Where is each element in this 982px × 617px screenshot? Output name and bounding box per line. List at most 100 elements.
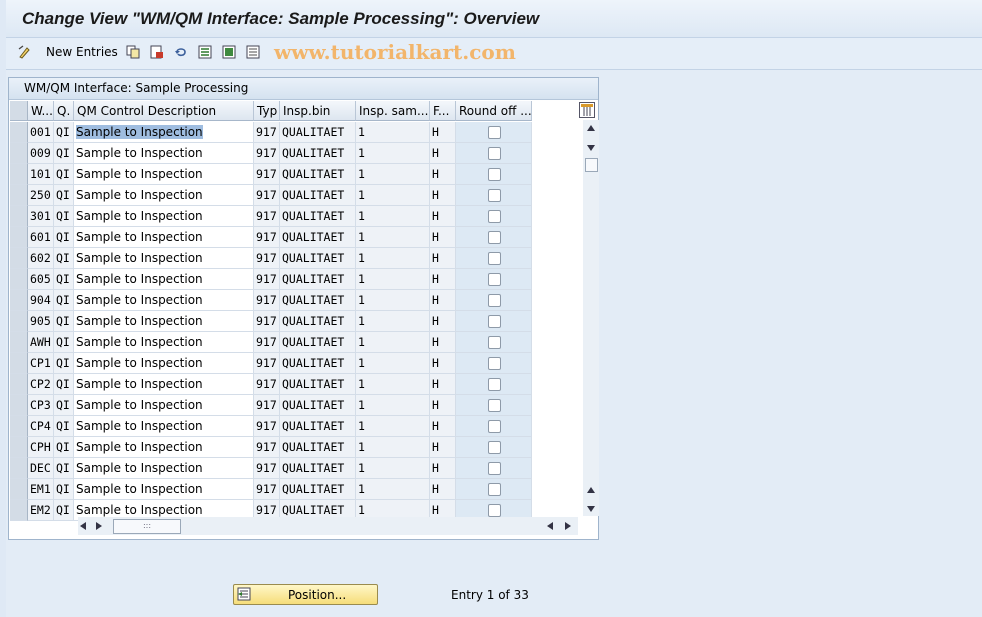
round-off-checkbox[interactable] (488, 126, 501, 139)
scroll-right-icon[interactable] (96, 522, 102, 530)
row-selector[interactable] (10, 290, 28, 311)
cell-type: 917 (254, 311, 280, 332)
round-off-checkbox[interactable] (488, 462, 501, 475)
row-selector[interactable] (10, 374, 28, 395)
cell-warehouse: CP2 (28, 374, 54, 395)
copy-icon[interactable] (126, 45, 140, 59)
round-off-checkbox[interactable] (488, 147, 501, 160)
vertical-scrollbar[interactable] (583, 120, 599, 516)
cell-description[interactable]: Sample to Inspection (74, 332, 254, 353)
round-off-checkbox[interactable] (488, 504, 501, 517)
round-off-checkbox[interactable] (488, 252, 501, 265)
round-off-checkbox[interactable] (488, 378, 501, 391)
cell-f: H (430, 311, 456, 332)
column-header-type[interactable]: Typ (254, 101, 280, 121)
round-off-checkbox[interactable] (488, 483, 501, 496)
round-off-checkbox[interactable] (488, 168, 501, 181)
column-settings-icon[interactable] (579, 102, 595, 118)
undo-icon[interactable] (174, 45, 188, 59)
row-selector[interactable] (10, 122, 28, 143)
table-row: 602 QI Sample to Inspection 917 QUALITAET 1 H (10, 248, 532, 269)
cell-description[interactable]: Sample to Inspection (74, 395, 254, 416)
cell-description[interactable]: Sample to Inspection (74, 164, 254, 185)
table-row: 301 QI Sample to Inspection 917 QUALITAET 1 H (10, 206, 532, 227)
row-selector[interactable] (10, 437, 28, 458)
cell-description[interactable]: Sample to Inspection (74, 122, 254, 143)
column-header-f[interactable]: F... (430, 101, 456, 121)
row-selector[interactable] (10, 164, 28, 185)
round-off-checkbox[interactable] (488, 336, 501, 349)
row-selector[interactable] (10, 227, 28, 248)
description-text: Sample to Inspection (76, 167, 203, 181)
deselect-all-icon[interactable] (246, 45, 260, 59)
cell-description[interactable]: Sample to Inspection (74, 143, 254, 164)
scroll-far-right-icon[interactable] (565, 522, 571, 530)
row-selector[interactable] (10, 395, 28, 416)
position-button[interactable]: Position... (233, 584, 378, 605)
scroll-down-page-icon[interactable] (587, 145, 595, 151)
scroll-up-icon[interactable] (587, 125, 595, 131)
column-header-round-off[interactable]: Round off ... (456, 101, 532, 121)
cell-f: H (430, 395, 456, 416)
row-selector[interactable] (10, 143, 28, 164)
panel-title: WM/QM Interface: Sample Processing (24, 81, 249, 95)
column-header-description[interactable]: QM Control Description (74, 101, 254, 121)
cell-description[interactable]: Sample to Inspection (74, 374, 254, 395)
scroll-far-left-icon[interactable] (547, 522, 553, 530)
hscroll-thumb[interactable]: ::: (113, 519, 181, 534)
cell-description[interactable]: Sample to Inspection (74, 227, 254, 248)
round-off-checkbox[interactable] (488, 357, 501, 370)
horizontal-scrollbar[interactable]: ::: (78, 517, 578, 535)
delete-icon[interactable] (150, 45, 164, 59)
cell-insp-bin: QUALITAET (280, 395, 356, 416)
scroll-up-page-icon[interactable] (587, 487, 595, 493)
column-header-qm-control[interactable]: Q. (54, 101, 74, 121)
round-off-checkbox[interactable] (488, 189, 501, 202)
cell-qm-control: QI (54, 395, 74, 416)
cell-description[interactable]: Sample to Inspection (74, 269, 254, 290)
row-selector[interactable] (10, 353, 28, 374)
column-header-warehouse[interactable]: W... (28, 101, 54, 121)
row-selector[interactable] (10, 248, 28, 269)
select-all-rows-header[interactable] (10, 101, 28, 121)
row-selector[interactable] (10, 269, 28, 290)
round-off-checkbox[interactable] (488, 399, 501, 412)
row-selector[interactable] (10, 500, 28, 521)
cell-description[interactable]: Sample to Inspection (74, 458, 254, 479)
round-off-checkbox[interactable] (488, 315, 501, 328)
row-selector[interactable] (10, 479, 28, 500)
round-off-checkbox[interactable] (488, 231, 501, 244)
cell-description[interactable]: Sample to Inspection (74, 437, 254, 458)
column-header-insp-sample[interactable]: Insp. sam... (356, 101, 430, 121)
description-text: Sample to Inspection (76, 314, 203, 328)
cell-description[interactable]: Sample to Inspection (74, 248, 254, 269)
new-entries-button[interactable]: New Entries (46, 45, 118, 59)
cell-description[interactable]: Sample to Inspection (74, 311, 254, 332)
scroll-left-icon[interactable] (80, 522, 86, 530)
cell-description[interactable]: Sample to Inspection (74, 416, 254, 437)
round-off-checkbox[interactable] (488, 441, 501, 454)
cell-round-off (456, 416, 532, 437)
select-all-icon[interactable] (198, 45, 212, 59)
row-selector[interactable] (10, 416, 28, 437)
row-selector[interactable] (10, 311, 28, 332)
round-off-checkbox[interactable] (488, 294, 501, 307)
cell-description[interactable]: Sample to Inspection (74, 353, 254, 374)
row-selector[interactable] (10, 206, 28, 227)
cell-insp-bin: QUALITAET (280, 374, 356, 395)
cell-description[interactable]: Sample to Inspection (74, 206, 254, 227)
cell-description[interactable]: Sample to Inspection (74, 185, 254, 206)
row-selector[interactable] (10, 332, 28, 353)
round-off-checkbox[interactable] (488, 210, 501, 223)
toggle-display-change-icon[interactable] (18, 45, 32, 59)
row-selector[interactable] (10, 458, 28, 479)
select-block-icon[interactable] (222, 45, 236, 59)
column-header-insp-bin[interactable]: Insp.bin (280, 101, 356, 121)
scroll-thumb[interactable] (585, 158, 598, 172)
cell-description[interactable]: Sample to Inspection (74, 479, 254, 500)
round-off-checkbox[interactable] (488, 420, 501, 433)
scroll-down-icon[interactable] (587, 506, 595, 512)
round-off-checkbox[interactable] (488, 273, 501, 286)
cell-description[interactable]: Sample to Inspection (74, 290, 254, 311)
row-selector[interactable] (10, 185, 28, 206)
